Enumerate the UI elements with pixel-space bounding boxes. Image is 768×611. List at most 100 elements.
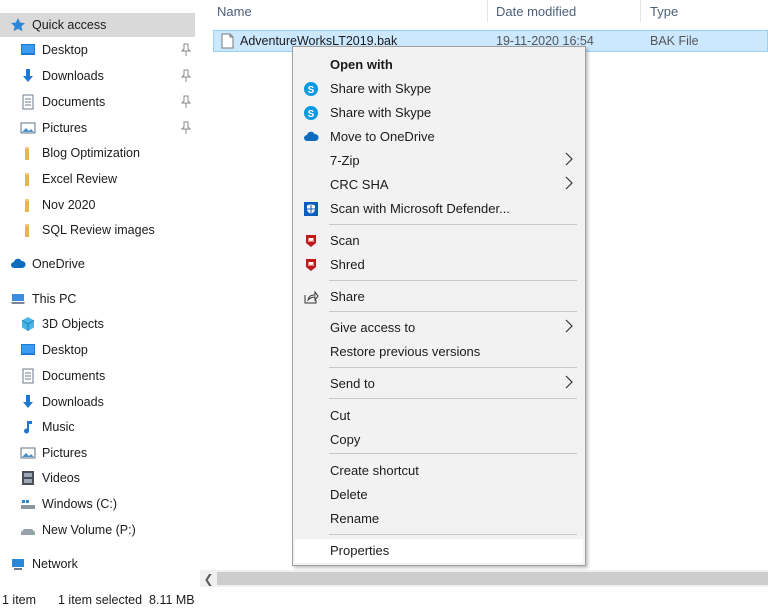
nav-item-downloads[interactable]: Downloads bbox=[0, 390, 198, 414]
column-divider[interactable] bbox=[487, 0, 488, 22]
menu-item-rename[interactable]: Rename bbox=[295, 507, 583, 531]
document-icon bbox=[20, 94, 36, 110]
nav-item-network[interactable]: Network bbox=[0, 552, 198, 576]
menu-item-7-zip[interactable]: 7-Zip bbox=[295, 149, 583, 173]
column-header-date-label: Date modified bbox=[496, 3, 577, 19]
column-header-type-label: Type bbox=[650, 3, 679, 19]
column-divider[interactable] bbox=[640, 0, 641, 22]
pictures-icon bbox=[20, 445, 36, 461]
nav-item-documents[interactable]: Documents bbox=[0, 364, 198, 388]
pin-icon bbox=[180, 43, 192, 57]
menu-item-give-access-to[interactable]: Give access to bbox=[295, 316, 583, 340]
menu-item-label: Give access to bbox=[330, 320, 416, 335]
menu-item-label: Open with bbox=[330, 57, 393, 72]
nav-item-quick-access[interactable]: Quick access bbox=[0, 13, 195, 37]
menu-item-label: Rename bbox=[330, 511, 380, 526]
menu-item-label: CRC SHA bbox=[330, 177, 389, 192]
nav-item-this-pc[interactable]: This PC bbox=[0, 287, 198, 311]
menu-item-label: Scan with Microsoft Defender... bbox=[330, 201, 510, 216]
menu-item-shred[interactable]: Shred bbox=[295, 253, 583, 277]
menu-item-share[interactable]: Share bbox=[295, 285, 583, 309]
menu-item-label: 7-Zip bbox=[330, 153, 360, 168]
nav-item-label: Pictures bbox=[42, 121, 88, 135]
download-icon bbox=[20, 68, 36, 84]
nav-item-new-volume-p[interactable]: New Volume (P:) bbox=[0, 518, 198, 542]
pin-icon bbox=[180, 95, 192, 109]
nav-item-pictures[interactable]: Pictures bbox=[0, 116, 198, 140]
menu-item-label: Properties bbox=[330, 543, 390, 558]
mcafee-icon bbox=[303, 233, 319, 249]
nav-item-label: Downloads bbox=[42, 395, 104, 409]
nav-item-downloads[interactable]: Downloads bbox=[0, 64, 198, 88]
nav-item-pictures[interactable]: Pictures bbox=[0, 441, 198, 465]
nav-item-documents[interactable]: Documents bbox=[0, 90, 198, 114]
menu-item-label: Send to bbox=[330, 376, 375, 391]
status-item-count: 1 item bbox=[2, 593, 37, 607]
column-header-date-modified[interactable]: Date modified bbox=[496, 0, 636, 22]
menu-item-copy[interactable]: Copy bbox=[295, 428, 583, 452]
desktop-icon bbox=[20, 42, 36, 58]
menu-item-label: Share bbox=[330, 289, 365, 304]
menu-item-label: Copy bbox=[330, 432, 361, 447]
nav-item-desktop[interactable]: Desktop bbox=[0, 338, 198, 362]
menu-item-properties[interactable]: Properties bbox=[295, 539, 583, 563]
nav-item-label: Quick access bbox=[32, 18, 107, 32]
video-icon bbox=[20, 470, 36, 486]
nav-item-label: This PC bbox=[32, 292, 77, 306]
nav-item-music[interactable]: Music bbox=[0, 415, 198, 439]
nav-item-nov-2020[interactable]: Nov 2020 bbox=[0, 193, 198, 217]
pin-icon bbox=[180, 121, 192, 135]
menu-item-scan[interactable]: Scan bbox=[295, 229, 583, 253]
menu-item-restore-previous-versions[interactable]: Restore previous versions bbox=[295, 340, 583, 364]
menu-item-label: Delete bbox=[330, 487, 368, 502]
menu-item-create-shortcut[interactable]: Create shortcut bbox=[295, 459, 583, 483]
menu-item-crc-sha[interactable]: CRC SHA bbox=[295, 173, 583, 197]
star-icon bbox=[10, 17, 26, 33]
menu-item-share-with-skype[interactable]: S Share with Skype bbox=[295, 101, 583, 125]
file-icon bbox=[221, 33, 234, 52]
pictures-icon bbox=[20, 120, 36, 136]
chevron-right-icon bbox=[565, 152, 573, 169]
nav-item-blog-optimization[interactable]: Blog Optimization bbox=[0, 141, 198, 165]
nav-item-label: Documents bbox=[42, 369, 106, 383]
scrollbar-thumb[interactable] bbox=[217, 572, 768, 585]
share-icon bbox=[303, 289, 319, 305]
nav-item-label: 3D Objects bbox=[42, 317, 104, 331]
menu-item-open-with[interactable]: Open with bbox=[295, 53, 583, 77]
nav-item-3d-objects[interactable]: 3D Objects bbox=[0, 312, 198, 336]
menu-item-delete[interactable]: Delete bbox=[295, 483, 583, 507]
menu-separator bbox=[329, 367, 577, 368]
nav-item-desktop[interactable]: Desktop bbox=[0, 38, 198, 62]
folder-icon bbox=[20, 171, 36, 187]
folder-icon bbox=[20, 197, 36, 213]
cloud-icon bbox=[10, 256, 26, 272]
menu-item-move-to-onedrive[interactable]: Move to OneDrive bbox=[295, 125, 583, 149]
context-menu: Open with S Share with Skype S Share with Sk… bbox=[292, 46, 586, 566]
column-header-name[interactable]: Name bbox=[217, 0, 487, 22]
nav-item-excel-review[interactable]: Excel Review bbox=[0, 167, 198, 191]
menu-item-scan-with-microsoft-defender[interactable]: Scan with Microsoft Defender... bbox=[295, 197, 583, 221]
nav-item-sql-review-images[interactable]: SQL Review images bbox=[0, 218, 198, 242]
status-selection: 1 item selected 8.11 MB bbox=[58, 593, 195, 607]
desktop-icon bbox=[20, 342, 36, 358]
defender-icon bbox=[303, 201, 319, 217]
nav-item-windows-c[interactable]: Windows (C:) bbox=[0, 492, 198, 516]
chevron-right-icon bbox=[565, 375, 573, 392]
column-header-type[interactable]: Type bbox=[650, 0, 760, 22]
menu-item-cut[interactable]: Cut bbox=[295, 404, 583, 428]
scroll-left-icon[interactable]: ❮ bbox=[200, 570, 217, 587]
status-bar: 1 item 1 item selected 8.11 MB bbox=[0, 589, 768, 611]
onedrive-icon bbox=[303, 129, 319, 145]
menu-item-send-to[interactable]: Send to bbox=[295, 372, 583, 396]
menu-item-share-with-skype[interactable]: S Share with Skype bbox=[295, 77, 583, 101]
nav-item-videos[interactable]: Videos bbox=[0, 466, 198, 490]
nav-item-label: Desktop bbox=[42, 43, 88, 57]
nav-item-onedrive[interactable]: OneDrive bbox=[0, 252, 198, 276]
music-icon bbox=[20, 419, 36, 435]
nav-item-label: Desktop bbox=[42, 343, 88, 357]
menu-item-label: Share with Skype bbox=[330, 81, 432, 96]
menu-item-label: Share with Skype bbox=[330, 105, 432, 120]
horizontal-scrollbar[interactable]: ❮ bbox=[200, 570, 768, 587]
menu-separator bbox=[329, 398, 577, 399]
nav-item-label: SQL Review images bbox=[42, 223, 155, 237]
